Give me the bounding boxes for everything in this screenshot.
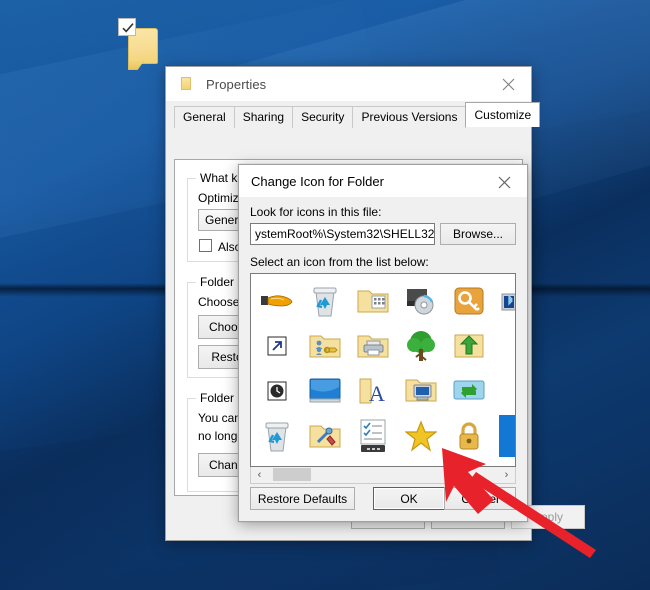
look-for-icons-label: Look for icons in this file: <box>250 205 381 219</box>
tab-sharing[interactable]: Sharing <box>234 106 293 128</box>
change-icon-cancel-button[interactable]: Cancel <box>444 487 516 510</box>
icon-folder-computer-icon[interactable] <box>397 368 445 413</box>
icon-empty-cell <box>493 368 516 413</box>
icon-star-icon[interactable] <box>397 413 445 458</box>
checkmark-overlay-icon <box>118 18 136 36</box>
icon-folder-printer-icon[interactable] <box>349 323 397 368</box>
change-icon-ok-button[interactable]: OK <box>373 487 445 510</box>
icon-shortcut-arrow-icon[interactable] <box>253 323 301 368</box>
icon-sync-arrows-icon[interactable] <box>445 368 493 413</box>
icon-cd-drive-icon[interactable] <box>397 278 445 323</box>
icon-monitor-icon[interactable] <box>301 368 349 413</box>
icon-folder-grid-icon[interactable] <box>349 278 397 323</box>
properties-tab-bar[interactable]: General Sharing Security Previous Versio… <box>174 105 531 127</box>
change-icon-footer: Restore Defaults OK Cancel <box>239 477 527 521</box>
tab-previous-versions[interactable]: Previous Versions <box>352 106 466 128</box>
icon-folder-fonts-icon[interactable]: A <box>349 368 397 413</box>
icon-list[interactable]: ? <box>250 273 516 467</box>
change-icon-titlebar[interactable]: Change Icon for Folder <box>239 165 527 197</box>
close-icon[interactable] <box>486 67 531 101</box>
icon-empty-cell <box>493 323 516 368</box>
icon-hand-share-icon[interactable] <box>253 278 301 323</box>
tab-customize[interactable]: Customize <box>465 102 540 127</box>
change-icon-dialog-title: Change Icon for Folder <box>251 174 384 189</box>
icon-clock-icon[interactable] <box>253 368 301 413</box>
browse-button[interactable]: Browse... <box>440 223 516 245</box>
tab-general[interactable]: General <box>174 106 235 128</box>
change-icon-dialog: Change Icon for Folder Look for icons in… <box>238 164 528 522</box>
tab-security[interactable]: Security <box>292 106 353 128</box>
icon-bluetooth-device-icon[interactable] <box>493 278 516 323</box>
icon-blue-square-selected-icon[interactable] <box>493 413 516 458</box>
svg-text:A: A <box>369 381 385 406</box>
change-icon-body: Look for icons in this file: ystemRoot%\… <box>239 197 527 521</box>
close-icon[interactable] <box>482 165 527 199</box>
restore-defaults-button[interactable]: Restore Defaults <box>250 487 355 510</box>
icon-tree-icon[interactable] <box>397 323 445 368</box>
select-icon-label: Select an icon from the list below: <box>250 255 429 269</box>
icon-recycle-bin-full-icon[interactable] <box>253 413 301 458</box>
icon-key-icon[interactable] <box>445 278 493 323</box>
properties-window-title: Properties <box>206 77 266 92</box>
icon-file-path-input[interactable]: ystemRoot%\System32\SHELL32.dll <box>250 223 435 245</box>
properties-titlebar[interactable]: Properties <box>166 67 531 101</box>
icon-file-path-value: ystemRoot%\System32\SHELL32.dll <box>255 227 435 241</box>
icon-checklist-icon[interactable] <box>349 413 397 458</box>
icon-folder-up-arrow-icon[interactable] <box>445 323 493 368</box>
icon-folder-tools-icon[interactable] <box>301 413 349 458</box>
icon-recycle-bin-icon[interactable] <box>301 278 349 323</box>
desktop-folder-icon[interactable] <box>118 18 166 70</box>
icon-folder-users-icon[interactable] <box>301 323 349 368</box>
apply-subfolders-checkbox[interactable] <box>199 239 212 252</box>
icon-lock-icon[interactable] <box>445 413 493 458</box>
folder-icon <box>178 75 194 93</box>
screen: Properties General Sharing Security Prev… <box>0 0 650 590</box>
